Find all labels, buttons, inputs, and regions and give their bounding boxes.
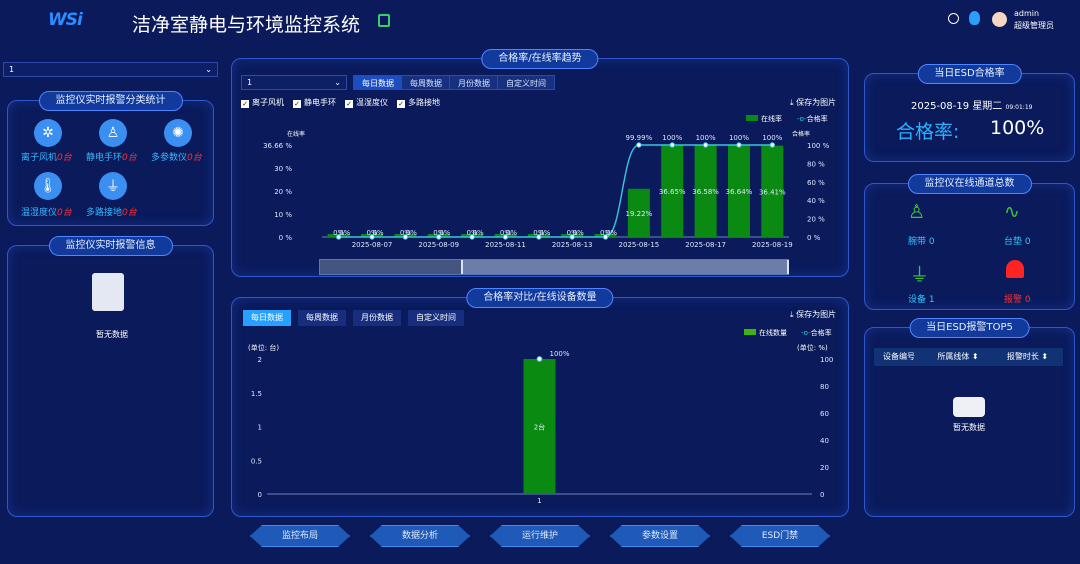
col-line[interactable]: 所属线体 ⬍ bbox=[924, 348, 992, 366]
x-tick: 1 bbox=[537, 497, 541, 505]
channels-panel: 监控仪在线通道总数 bbox=[864, 174, 1075, 310]
channel-mat[interactable]: 台垫 0 bbox=[1004, 234, 1031, 247]
pass-rate-point bbox=[536, 356, 543, 362]
pass-rate-label: 100% bbox=[549, 350, 569, 358]
equipment-ground-icon: ⏚ bbox=[910, 264, 930, 286]
panel-title: 当日ESD合格率 bbox=[917, 64, 1022, 84]
date-text: 2025-08-19 星期二 09:01:19 bbox=[911, 101, 1033, 112]
nav-monitor-layout[interactable]: 监控布局 bbox=[250, 525, 350, 547]
y-left-tick: 0 bbox=[258, 491, 262, 499]
empty-data-icon bbox=[953, 397, 985, 417]
col-duration[interactable]: 报警时长 ⬍ bbox=[992, 348, 1063, 366]
nav-operation[interactable]: 运行维护 bbox=[490, 525, 590, 547]
y-right-tick: 20 bbox=[820, 464, 829, 472]
mat-icon: ∿ bbox=[1004, 201, 1020, 223]
panel-title: 当日ESD报警TOP5 bbox=[909, 318, 1030, 338]
alarm-light-icon bbox=[1006, 260, 1024, 278]
y-right-tick: 0 bbox=[820, 491, 824, 499]
channel-equipment[interactable]: 设备 1 bbox=[908, 292, 935, 305]
nav-data-analysis[interactable]: 数据分析 bbox=[370, 525, 470, 547]
top5-table-header: 设备编号 所属线体 ⬍ 报警时长 ⬍ bbox=[874, 348, 1063, 366]
empty-text: 暂无数据 bbox=[953, 423, 985, 432]
y-left-tick: 0.5 bbox=[251, 457, 262, 465]
panel-title: 监控仪在线通道总数 bbox=[907, 174, 1032, 194]
y-right-tick: 80 bbox=[820, 383, 829, 391]
y-right-tick: 40 bbox=[820, 437, 829, 445]
rate-value: 100% bbox=[990, 117, 1045, 139]
rate-label: 合格率: bbox=[896, 121, 960, 143]
y-left-tick: 1 bbox=[258, 424, 262, 432]
channel-wrist[interactable]: 腕带 0 bbox=[908, 234, 935, 247]
nav-esd-gate[interactable]: ESD门禁 bbox=[730, 525, 830, 547]
wrist-strap-icon: ♙ bbox=[908, 201, 926, 223]
y-right-tick: 60 bbox=[820, 410, 829, 418]
y-left-tick: 2 bbox=[258, 356, 262, 364]
y-left-tick: 1.5 bbox=[251, 390, 262, 398]
col-device[interactable]: 设备编号 bbox=[874, 348, 924, 366]
y-right-tick: 100 bbox=[820, 356, 833, 364]
bar-label: 2台 bbox=[534, 423, 545, 432]
nav-parameters[interactable]: 参数设置 bbox=[610, 525, 710, 547]
channel-alarm[interactable]: 报警 0 bbox=[1004, 292, 1031, 305]
